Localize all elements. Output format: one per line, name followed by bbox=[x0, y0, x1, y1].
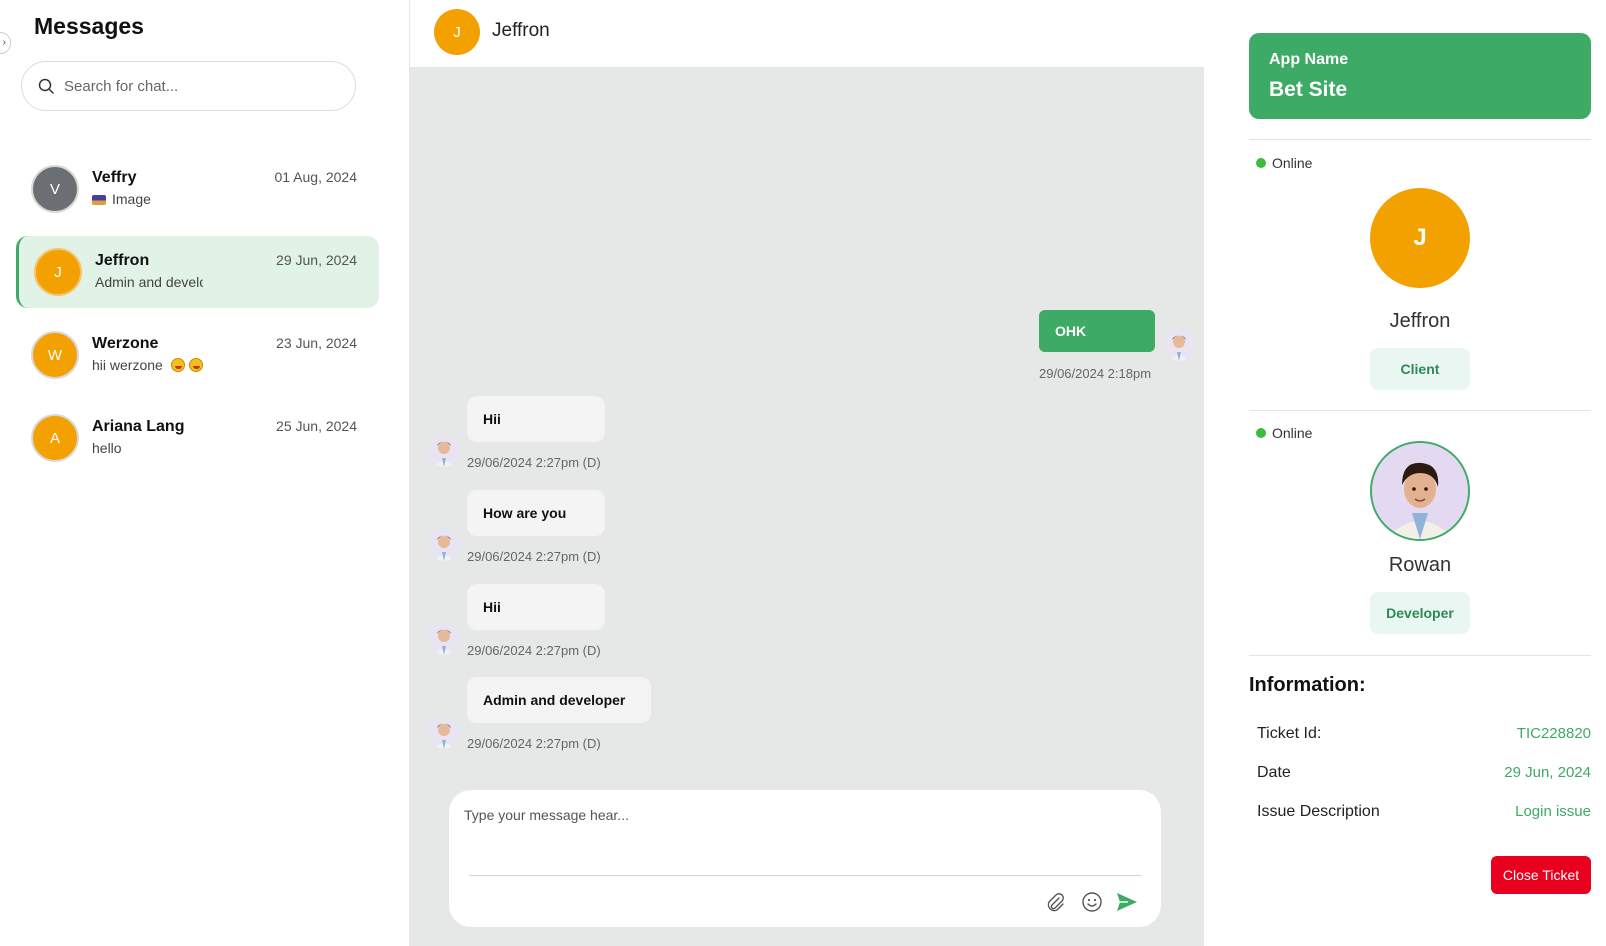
developer-role-badge: Developer bbox=[1370, 592, 1470, 634]
send-icon bbox=[1117, 893, 1137, 911]
chat-window: J Jeffron OHK 29/06/2024 2:18pm Hii 29/0… bbox=[410, 0, 1204, 946]
chat-preview: hello bbox=[92, 440, 122, 456]
user-avatar bbox=[428, 623, 460, 655]
information-title: Information: bbox=[1249, 674, 1366, 696]
chat-preview: Image bbox=[92, 191, 151, 207]
message-timestamp: 29/06/2024 2:27pm (D) bbox=[467, 549, 601, 564]
divider bbox=[1249, 139, 1591, 140]
message-bubble-in: How are you bbox=[467, 490, 605, 536]
online-dot-icon bbox=[1256, 158, 1266, 168]
info-row-date: Date 29 Jun, 2024 bbox=[1257, 764, 1591, 781]
attach-button[interactable] bbox=[1041, 888, 1069, 916]
user-avatar bbox=[1163, 329, 1195, 361]
search-input[interactable] bbox=[64, 77, 324, 95]
app-name-value: Bet Site bbox=[1269, 78, 1348, 101]
info-row-issue-description: Issue Description Login issue bbox=[1257, 803, 1591, 820]
message-composer bbox=[449, 790, 1161, 927]
image-icon bbox=[92, 195, 106, 205]
close-ticket-button[interactable]: Close Ticket bbox=[1491, 856, 1591, 894]
divider bbox=[1249, 410, 1591, 411]
chat-date: 25 Jun, 2024 bbox=[276, 418, 357, 434]
chat-preview: hii werzone bbox=[92, 357, 203, 373]
sidebar-title: Messages bbox=[34, 13, 144, 39]
search-box[interactable] bbox=[21, 61, 356, 111]
online-dot-icon bbox=[1256, 428, 1266, 438]
chat-item-veffry[interactable]: V Veffry Image 01 Aug, 2024 bbox=[16, 153, 379, 225]
ticket-details-panel: App Name Bet Site Online J Jeffron Clien… bbox=[1204, 0, 1606, 946]
send-button[interactable] bbox=[1113, 888, 1141, 916]
app-name-label: App Name bbox=[1269, 51, 1349, 68]
client-status: Online bbox=[1256, 155, 1312, 171]
message-timestamp: 29/06/2024 2:27pm (D) bbox=[467, 455, 601, 470]
chat-header: J Jeffron bbox=[410, 0, 1204, 68]
avatar: J bbox=[34, 248, 82, 296]
developer-name: Rowan bbox=[1388, 554, 1452, 576]
developer-status: Online bbox=[1256, 425, 1312, 441]
search-icon bbox=[38, 78, 54, 94]
emoji-icon bbox=[170, 358, 185, 372]
message-bubble-in: Admin and developer bbox=[467, 677, 651, 723]
message-timestamp: 29/06/2024 2:18pm bbox=[1039, 366, 1152, 381]
header-name: Jeffron bbox=[492, 20, 550, 41]
chat-sidebar: › Messages V Veffry Image 01 Aug, 2024 J… bbox=[0, 0, 410, 946]
message-timestamp: 29/06/2024 2:27pm (D) bbox=[467, 736, 601, 751]
header-avatar[interactable]: J bbox=[434, 9, 480, 55]
developer-avatar bbox=[1370, 441, 1470, 541]
chat-name: Werzone bbox=[92, 335, 159, 352]
message-timestamp: 29/06/2024 2:27pm (D) bbox=[467, 643, 601, 658]
chat-name: Jeffron bbox=[95, 252, 150, 269]
client-avatar: J bbox=[1370, 188, 1470, 288]
client-role-badge: Client bbox=[1370, 348, 1470, 390]
chat-date: 29 Jun, 2024 bbox=[276, 252, 357, 268]
chat-preview: Admin and developer bbox=[95, 274, 203, 290]
message-input[interactable] bbox=[464, 807, 1124, 857]
chat-list: V Veffry Image 01 Aug, 2024 J Jeffron Ad… bbox=[16, 153, 379, 485]
avatar: V bbox=[31, 165, 79, 213]
divider bbox=[1249, 655, 1591, 656]
message-bubble-in: Hii bbox=[467, 396, 605, 442]
user-avatar bbox=[428, 717, 460, 749]
message-bubble-out: OHK bbox=[1039, 310, 1155, 352]
user-avatar bbox=[428, 529, 460, 561]
chat-date: 23 Jun, 2024 bbox=[276, 335, 357, 351]
info-row-ticket-id: Ticket Id: TIC228820 bbox=[1257, 725, 1591, 742]
avatar: W bbox=[31, 331, 79, 379]
collapse-toggle[interactable]: › bbox=[0, 32, 11, 54]
message-bubble-in: Hii bbox=[467, 584, 605, 630]
client-name: Jeffron bbox=[1389, 310, 1451, 332]
avatar: A bbox=[31, 414, 79, 462]
emoji-button[interactable] bbox=[1078, 888, 1106, 916]
composer-divider bbox=[469, 875, 1141, 876]
user-avatar bbox=[428, 435, 460, 467]
app-name-card: App Name Bet Site bbox=[1249, 33, 1591, 119]
chat-item-werzone[interactable]: W Werzone hii werzone 23 Jun, 2024 bbox=[16, 319, 379, 391]
chat-name: Ariana Lang bbox=[92, 418, 185, 435]
chat-date: 01 Aug, 2024 bbox=[274, 169, 357, 185]
paperclip-icon bbox=[1047, 893, 1064, 912]
chat-item-jeffron[interactable]: J Jeffron Admin and developer 29 Jun, 20… bbox=[16, 236, 379, 308]
chat-name: Veffry bbox=[92, 169, 137, 186]
smiley-icon bbox=[1082, 892, 1102, 912]
chat-item-ariana-lang[interactable]: A Ariana Lang hello 25 Jun, 2024 bbox=[16, 402, 379, 474]
emoji-icon bbox=[188, 358, 203, 372]
